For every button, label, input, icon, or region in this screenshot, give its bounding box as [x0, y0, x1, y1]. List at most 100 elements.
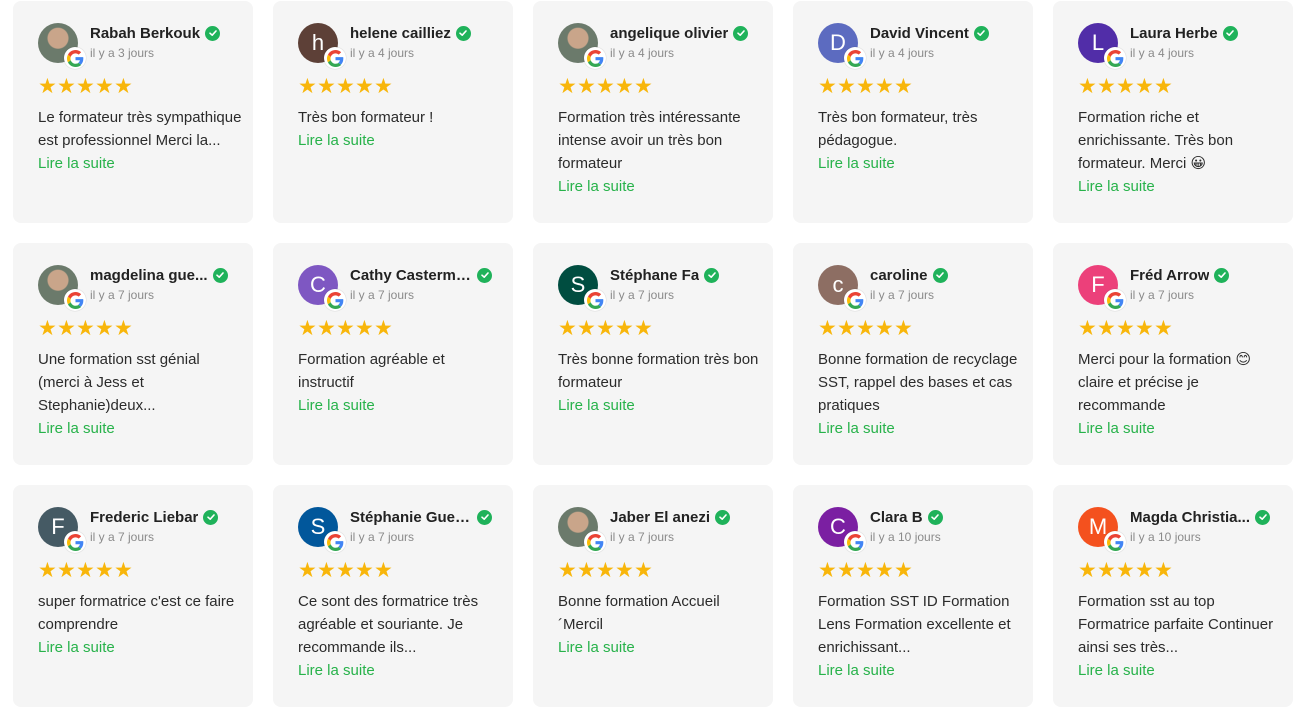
review-date: il y a 10 jours: [1130, 530, 1201, 544]
review-date: il y a 7 jours: [90, 530, 155, 544]
avatar-wrap: [558, 23, 606, 69]
review-card: Rabah Berkouk il y a 3 jours ★ ★ ★ ★ ★ L…: [13, 1, 253, 223]
avatar-wrap: C: [818, 507, 866, 553]
review-card: magdelina gue... il y a 7 jours ★ ★ ★ ★ …: [13, 243, 253, 465]
read-more-link[interactable]: Lire la suite: [1078, 417, 1155, 440]
review-card: c caroline il y a 7 jours ★ ★ ★ ★ ★ Bonn…: [793, 243, 1033, 465]
name-row: magdelina gue...: [90, 265, 240, 285]
avatar-wrap: [558, 507, 606, 553]
google-icon: [844, 289, 866, 311]
star-icon: ★: [577, 75, 596, 98]
review-header: C Clara B il y a 10 jours: [818, 507, 1033, 553]
read-more-link[interactable]: Lire la suite: [38, 636, 115, 659]
avatar-wrap: M: [1078, 507, 1126, 553]
star-icon: ★: [38, 75, 57, 98]
review-text: Le formateur très sympathique est profes…: [38, 109, 242, 149]
review-header: C Cathy Casterman il y a 7 jours: [298, 265, 513, 311]
review-header: magdelina gue... il y a 7 jours: [38, 265, 253, 311]
review-card: C Cathy Casterman il y a 7 jours ★ ★ ★ ★…: [273, 243, 513, 465]
read-more-link[interactable]: Lire la suite: [818, 152, 895, 175]
star-icon: ★: [298, 317, 317, 340]
google-icon: [324, 289, 346, 311]
star-rating: ★ ★ ★ ★ ★: [38, 317, 253, 342]
review-text: Formation riche et enrichissante. Très b…: [1078, 109, 1234, 172]
review-date: il y a 7 jours: [870, 288, 935, 302]
name-row: David Vincent: [870, 23, 1020, 43]
verified-icon: [932, 267, 948, 283]
reviewer-meta: helene cailliez il y a 4 jours: [350, 23, 500, 60]
review-date: il y a 7 jours: [90, 288, 155, 302]
review-text: Bonne formation de recyclage SST, rappel…: [818, 351, 1018, 414]
star-icon: ★: [76, 317, 95, 340]
verified-icon: [1255, 509, 1271, 525]
review-text: Très bonne formation très bon formateur: [558, 351, 759, 391]
reviewer-name: Jaber El anezi: [610, 508, 711, 526]
read-more-link[interactable]: Lire la suite: [38, 152, 115, 175]
read-more-link[interactable]: Lire la suite: [38, 417, 115, 440]
star-icon: ★: [1078, 317, 1097, 340]
google-icon: [584, 531, 606, 553]
star-icon: ★: [355, 559, 374, 582]
star-icon: ★: [114, 75, 133, 98]
star-rating: ★ ★ ★ ★ ★: [298, 317, 513, 342]
read-more-link[interactable]: Lire la suite: [1078, 659, 1155, 682]
read-more-link[interactable]: Lire la suite: [558, 394, 635, 417]
reviewer-name: Clara B: [870, 508, 923, 526]
read-more-link[interactable]: Lire la suite: [298, 394, 375, 417]
star-icon: ★: [317, 317, 336, 340]
verified-icon: [477, 267, 492, 283]
star-icon: ★: [298, 75, 317, 98]
read-more-link[interactable]: Lire la suite: [1078, 175, 1155, 198]
star-icon: ★: [1116, 559, 1135, 582]
review-text: super formatrice c'est ce faire comprend…: [38, 593, 235, 633]
read-more-link[interactable]: Lire la suite: [818, 659, 895, 682]
star-rating: ★ ★ ★ ★ ★: [818, 75, 1033, 100]
star-rating: ★ ★ ★ ★ ★: [818, 318, 1033, 342]
avatar-wrap: S: [558, 265, 606, 311]
star-icon: ★: [57, 317, 76, 340]
reviewer-name: magdelina gue...: [90, 266, 208, 284]
name-row: Stéphanie Guer...: [350, 507, 500, 527]
avatar-wrap: h: [298, 23, 346, 69]
star-icon: ★: [1097, 559, 1116, 582]
star-icon: ★: [558, 559, 577, 582]
review-text: Formation SST ID Formation Lens Formatio…: [818, 593, 1011, 656]
review-card: D David Vincent il y a 4 jours ★ ★ ★ ★ ★…: [793, 1, 1033, 223]
star-rating: ★ ★ ★ ★ ★: [1078, 559, 1293, 584]
star-icon: ★: [95, 317, 114, 340]
read-more-link[interactable]: Lire la suite: [558, 175, 635, 198]
star-rating: ★ ★ ★ ★ ★: [818, 559, 1033, 584]
review-date: il y a 4 jours: [870, 46, 935, 60]
review-header: F Fréd Arrow il y a 7 jours: [1078, 265, 1293, 311]
verified-icon: [205, 25, 221, 41]
star-rating: ★ ★ ★ ★ ★: [558, 75, 773, 100]
review-card: h helene cailliez il y a 4 jours ★ ★ ★ ★…: [273, 1, 513, 223]
read-more-link[interactable]: Lire la suite: [298, 659, 375, 682]
star-icon: ★: [894, 559, 913, 582]
name-row: Jaber El anezi: [610, 507, 760, 527]
star-rating: ★ ★ ★ ★ ★: [1078, 76, 1293, 100]
star-icon: ★: [837, 559, 856, 582]
read-more-link[interactable]: Lire la suite: [298, 129, 375, 152]
star-icon: ★: [875, 75, 894, 98]
star-icon: ★: [615, 317, 634, 340]
verified-icon: [455, 25, 471, 41]
name-row: Fréd Arrow: [1130, 265, 1280, 285]
name-row: Rabah Berkouk: [90, 23, 240, 43]
read-more-link[interactable]: Lire la suite: [818, 417, 895, 440]
google-icon: [844, 531, 866, 553]
reviewer-meta: Stéphane Fa il y a 7 jours: [610, 265, 760, 302]
reviewer-meta: magdelina gue... il y a 7 jours: [90, 265, 240, 302]
star-icon: ★: [317, 559, 336, 582]
avatar-wrap: F: [38, 507, 86, 553]
google-icon: [1104, 47, 1126, 69]
google-icon: [324, 531, 346, 553]
reviewer-name: David Vincent: [870, 24, 969, 42]
read-more-link[interactable]: Lire la suite: [558, 636, 635, 659]
star-rating: ★ ★ ★ ★ ★: [1078, 317, 1293, 342]
name-row: angelique olivier: [610, 23, 760, 43]
star-rating: ★ ★ ★ ★ ★: [298, 75, 513, 100]
review-card: Jaber El anezi il y a 7 jours ★ ★ ★ ★ ★ …: [533, 485, 773, 707]
reviewer-name: Stéphanie Guer...: [350, 508, 472, 526]
review-header: angelique olivier il y a 4 jours: [558, 23, 773, 69]
